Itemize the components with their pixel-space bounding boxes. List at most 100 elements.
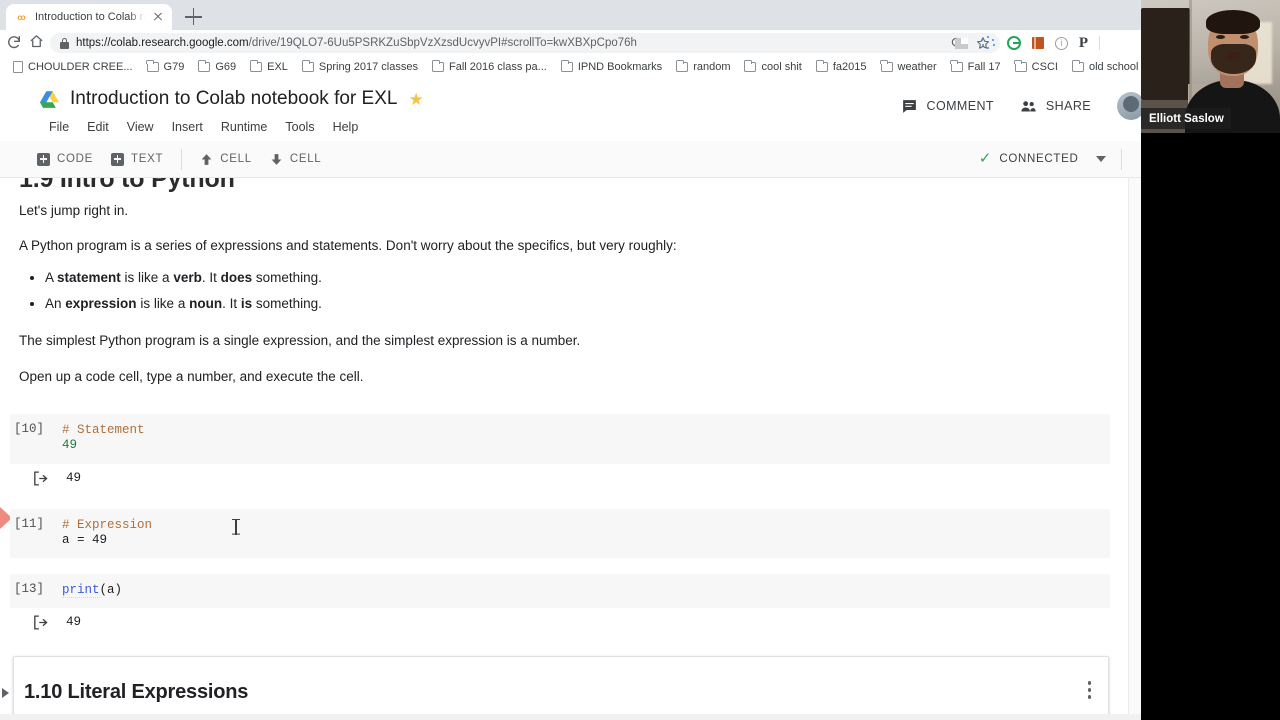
bookmark-label: Fall 2016 class pa... <box>448 61 547 73</box>
bookmark-label: G69 <box>215 61 237 73</box>
pinterest-icon[interactable]: P <box>1079 36 1088 51</box>
lock-icon <box>60 37 69 49</box>
list-item: A statement is like a verb. It does some… <box>45 268 1128 288</box>
bookmark-item[interactable]: random <box>669 57 737 77</box>
folder-icon <box>950 59 963 72</box>
code-comment: # Statement <box>62 423 145 438</box>
close-icon[interactable] <box>152 11 164 23</box>
cell-execution-count[interactable]: [13] <box>14 582 60 596</box>
grammarly-icon[interactable] <box>1006 36 1021 50</box>
menu-view[interactable]: View <box>118 118 163 136</box>
webcam-overlay[interactable]: Elliott Saslow <box>1141 0 1280 720</box>
cell-up-label: CELL <box>220 153 252 165</box>
bullet-list: A statement is like a verb. It does some… <box>45 268 1128 313</box>
header-actions: COMMENT SHARE <box>901 92 1145 120</box>
output-arrow-icon <box>32 614 49 631</box>
page-icon <box>13 61 23 73</box>
code-cell-editor[interactable]: [13] print(a) <box>10 574 1110 609</box>
code-comment: # Expression <box>62 517 153 532</box>
folder-icon <box>1071 59 1084 72</box>
code-statement: a = 49 <box>62 532 108 547</box>
folder-icon <box>431 59 444 72</box>
bookmark-label: Fall 17 <box>967 61 1001 73</box>
paragraph: Open up a code cell, type a number, and … <box>19 368 364 384</box>
code-cell-editor[interactable]: [11] # Expression a = 49 <box>10 508 1110 559</box>
extension-tray: i P <box>954 33 1100 53</box>
bookmark-item[interactable]: Fall 17 <box>944 57 1008 77</box>
cell-down-label: CELL <box>289 153 322 165</box>
caret-down-icon[interactable] <box>1096 156 1107 162</box>
runtime-status-label: CONNECTED <box>999 153 1079 165</box>
notebook-scroll-area[interactable]: 1.9 Intro to Python Let's jump right in.… <box>0 178 1128 720</box>
notebook-toolbar: CODE TEXT CELL CELL ✓ CONNECTED <box>0 141 1280 178</box>
code-cell[interactable]: [13] print(a) <box>10 574 1110 609</box>
bookmark-item[interactable]: CSCI <box>1008 57 1065 77</box>
brick-icon[interactable] <box>1031 37 1044 49</box>
bookmark-label: fa2015 <box>832 61 867 73</box>
text-cell-section[interactable]: 1.10 Literal Expressions <box>2 656 1109 720</box>
folder-icon <box>815 59 828 72</box>
code-cell[interactable]: [11] # Expression a = 49 <box>0 506 1110 559</box>
plus-icon[interactable] <box>185 8 203 26</box>
code-cell-editor[interactable]: [10] # Statement 49 <box>10 414 1110 464</box>
star-icon[interactable]: ★ <box>408 91 423 108</box>
menu-insert[interactable]: Insert <box>163 118 212 136</box>
bookmark-item[interactable]: Fall 2016 class pa... <box>425 57 554 77</box>
folder-icon <box>560 59 573 72</box>
menu-tools[interactable]: Tools <box>276 118 323 136</box>
bookmark-item[interactable]: G69 <box>191 57 243 77</box>
divider <box>181 148 183 170</box>
cell-execution-count[interactable]: [11] <box>14 517 60 531</box>
add-code-cell-button[interactable]: CODE <box>28 141 102 178</box>
browser-tab[interactable]: co Introduction to Colab notebook <box>6 4 172 30</box>
folder-icon <box>675 59 689 72</box>
bookmark-item[interactable]: Spring 2017 classes <box>295 57 425 77</box>
bookmark-label: random <box>693 61 731 73</box>
divider <box>1121 148 1123 170</box>
address-bar[interactable]: https://colab.research.google.com/drive/… <box>50 33 1000 53</box>
output-text: 49 <box>66 615 82 630</box>
bookmark-item[interactable]: EXL <box>243 57 295 77</box>
pocket-icon[interactable] <box>954 36 970 51</box>
share-button[interactable]: SHARE <box>1020 98 1091 115</box>
google-drive-icon <box>40 90 59 108</box>
comment-button[interactable]: COMMENT <box>901 98 994 115</box>
page-title[interactable]: Introduction to Colab notebook for EXL <box>70 88 397 110</box>
bookmark-item[interactable]: IPND Bookmarks <box>554 57 669 77</box>
participant-name-label: Elliott Saslow <box>1141 108 1231 129</box>
code-text[interactable]: print(a) <box>62 583 1110 599</box>
reload-icon[interactable] <box>6 34 24 52</box>
paragraph: The simplest Python program is a single … <box>19 333 581 349</box>
more-vert-icon[interactable] <box>1088 681 1092 701</box>
loading-dots-icon[interactable] <box>980 35 996 51</box>
menu-runtime[interactable]: Runtime <box>212 118 277 136</box>
menu-edit[interactable]: Edit <box>78 118 118 136</box>
bookmark-label: CSCI <box>1031 61 1058 73</box>
move-cell-up-button[interactable]: CELL <box>191 141 261 178</box>
add-text-cell-button[interactable]: TEXT <box>102 141 172 178</box>
bookmark-item[interactable]: cool shit <box>737 57 808 77</box>
collapse-triangle-icon[interactable] <box>2 688 9 699</box>
runtime-status-button[interactable]: ✓ CONNECTED <box>973 150 1113 167</box>
code-text[interactable]: # Expression a = 49 <box>62 518 1110 548</box>
move-cell-down-button[interactable]: CELL <box>261 141 331 178</box>
home-icon[interactable] <box>29 34 47 52</box>
check-icon: ✓ <box>978 150 992 167</box>
browser-tab-strip: co Introduction to Colab notebook <box>0 0 1280 30</box>
section-heading-cut: 1.9 Intro to Python <box>19 178 235 193</box>
cell-execution-count[interactable]: [10] <box>14 422 60 436</box>
code-cell[interactable]: [10] # Statement 49 <box>10 414 1110 464</box>
bookmark-label: cool shit <box>761 61 802 73</box>
info-icon[interactable]: i <box>1054 36 1068 50</box>
bookmark-item[interactable]: weather <box>874 57 944 77</box>
menu-file[interactable]: File <box>40 118 78 136</box>
add-text-label: TEXT <box>131 153 164 165</box>
paragraph: A Python program is a series of expressi… <box>19 237 677 253</box>
bookmark-item[interactable]: CHOULDER CREE... <box>6 57 140 77</box>
bookmark-item[interactable]: fa2015 <box>809 57 874 77</box>
code-text[interactable]: # Statement 49 <box>62 423 1110 453</box>
code-function: print <box>62 583 100 599</box>
menu-help[interactable]: Help <box>324 118 368 136</box>
bookmark-item[interactable]: G79 <box>140 57 192 77</box>
vertical-scrollbar[interactable] <box>1128 178 1141 720</box>
